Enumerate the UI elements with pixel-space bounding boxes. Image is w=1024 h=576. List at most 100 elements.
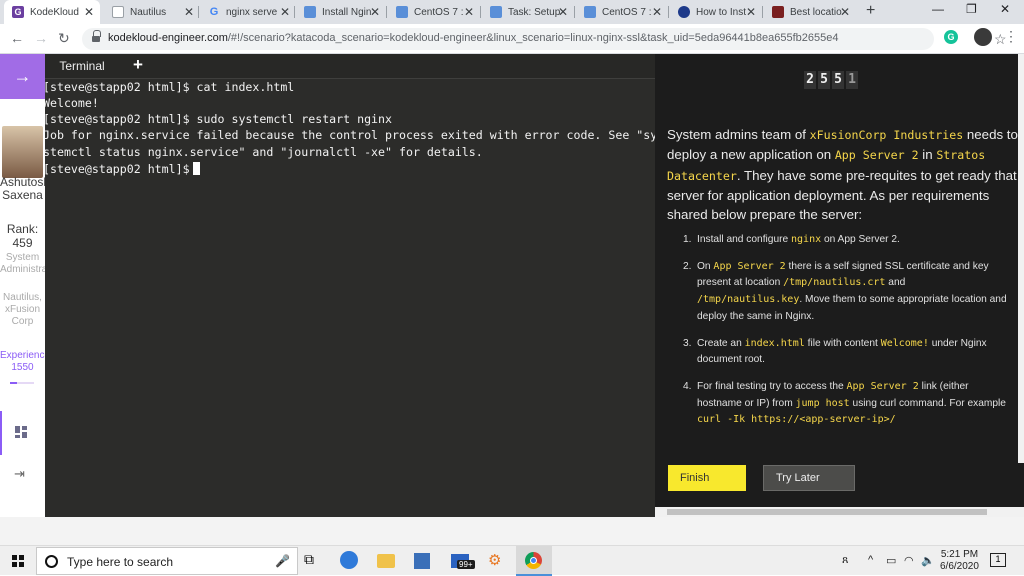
browser-tab-how-to-install[interactable]: How to Inst ✕ [670, 0, 762, 24]
browser-tab-install-nginx[interactable]: Install Ngin ✕ [296, 0, 386, 24]
browser-tab-kodekloud[interactable]: G KodeKloud ✕ [4, 0, 100, 24]
browser-tab-centos-1[interactable]: CentOS 7 : ✕ [388, 0, 480, 24]
terminal-line: [steve@stapp02 html]$ sudo systemctl res… [45, 112, 393, 126]
edge-icon[interactable] [340, 551, 358, 569]
task-steps: 1. Install and configure nginx on App Ser… [683, 232, 1013, 439]
back-button[interactable]: ← [10, 30, 24, 46]
horizontal-scrollbar[interactable] [655, 507, 1024, 517]
close-icon[interactable]: ✕ [840, 5, 850, 19]
page-icon [772, 6, 784, 18]
browser-tab-best-location[interactable]: Best locatio ✕ [764, 0, 856, 24]
terminal-line: [steve@stapp02 html]$ cat index.html [45, 80, 295, 94]
wifi-icon[interactable]: ◠ [904, 554, 914, 567]
active-indicator [0, 411, 2, 455]
taskbar-clock[interactable]: 5:21 PM 6/6/2020 [940, 549, 979, 573]
clock-time: 5:21 PM [940, 549, 979, 560]
tab-divider [480, 6, 481, 18]
page-bottom-area [0, 517, 1024, 545]
user-rank: Rank: 459 [6, 222, 39, 250]
lock-icon [92, 30, 101, 43]
terminal-prompt: [steve@stapp02 html]$ [45, 162, 190, 176]
windows-start-icon[interactable] [12, 555, 24, 567]
terminal-cursor [192, 162, 200, 175]
arrow-right-icon[interactable]: → [0, 54, 45, 99]
dashboard-icon [15, 426, 27, 438]
window-close-button[interactable]: ✕ [1000, 2, 1010, 16]
file-explorer-icon[interactable] [377, 554, 395, 568]
finish-button[interactable]: Finish [668, 465, 746, 491]
browser-tab-centos-2[interactable]: CentOS 7 : ✕ [576, 0, 668, 24]
user-org: Nautilus, xFusion Corp [3, 292, 42, 327]
timer-digit: 5 [832, 71, 844, 89]
people-icon[interactable]: ጸ [842, 554, 848, 567]
task-description: System admins team of xFusionCorp Indust… [667, 127, 1018, 223]
clock-date: 6/6/2020 [940, 561, 979, 572]
timer-digit: 1 [846, 71, 858, 89]
task-view-icon[interactable]: ⧉ [304, 551, 324, 571]
terminal-output[interactable]: [steve@stapp02 html]$ cat index.html Wel… [45, 79, 655, 517]
reload-button[interactable]: ↻ [58, 30, 70, 47]
terminal-line: Welcome! [45, 96, 99, 110]
browser-tab-nginx-search[interactable]: G nginx serve ✕ [200, 0, 296, 24]
close-icon[interactable]: ✕ [746, 5, 756, 19]
address-bar[interactable]: kodekloud-engineer.com/#!/scenario?katac… [82, 28, 1007, 50]
tab-terminal[interactable]: Terminal [45, 54, 119, 78]
kodekloud-icon: G [12, 6, 24, 18]
restore-button[interactable]: ❐ [966, 2, 977, 16]
cortana-icon [45, 555, 58, 568]
show-hidden-icons[interactable]: ^ [868, 554, 873, 566]
chrome-icon-center [530, 557, 537, 564]
windows-taskbar: Type here to search 🎤 ⧉ 99+ ⚙ ጸ ^ ▭ ◠ 🔈 … [0, 545, 1024, 576]
store-icon[interactable] [414, 553, 430, 569]
minimize-button[interactable]: — [932, 2, 944, 16]
page-icon [396, 6, 408, 18]
task-step: 1. Install and configure nginx on App Ser… [683, 234, 900, 245]
browser-menu-icon[interactable]: ⋮ [1004, 28, 1018, 45]
close-icon[interactable]: ✕ [84, 5, 94, 19]
browser-tab-nautilus[interactable]: Nautilus ✕ [104, 0, 200, 24]
scrollbar-thumb[interactable] [667, 509, 987, 515]
task-step: 3. Create an index.html file with content… [683, 337, 987, 366]
task-panel: 2 5 5 1 System admins team of xFusionCor… [655, 54, 1024, 517]
microphone-icon[interactable]: 🎤 [275, 554, 290, 568]
user-role: System Administrator [0, 252, 59, 275]
task-step: 4. For final testing try to access the Ap… [683, 380, 1006, 426]
terminal-tab-bar: Terminal + [45, 54, 655, 78]
tab-divider [668, 6, 669, 18]
battery-icon[interactable]: ▭ [886, 554, 896, 567]
mail-badge: 99+ [457, 560, 475, 569]
browser-tab-task-setup[interactable]: Task: Setup ✕ [482, 0, 574, 24]
tab-divider [198, 6, 199, 18]
new-tab-button[interactable]: + [866, 2, 875, 20]
close-icon[interactable]: ✕ [370, 5, 380, 19]
tab-divider [574, 6, 575, 18]
experience-progress-bar [10, 382, 34, 384]
grammarly-extension-icon[interactable]: G [944, 30, 958, 44]
profile-avatar[interactable] [974, 28, 992, 46]
timer-digit: 2 [804, 71, 816, 89]
volume-icon[interactable]: 🔈 [921, 554, 935, 567]
add-terminal-button[interactable]: + [133, 55, 143, 75]
terminal-panel: Terminal + [steve@stapp02 html]$ cat ind… [45, 54, 655, 517]
close-icon[interactable]: ✕ [280, 5, 290, 19]
search-placeholder: Type here to search [67, 555, 174, 569]
dashboard-nav-item[interactable] [0, 411, 45, 455]
try-later-button[interactable]: Try Later [763, 465, 855, 491]
logout-icon[interactable]: ⇥ [14, 466, 30, 481]
ftp-client-icon[interactable]: ⚙ [488, 551, 508, 571]
close-icon[interactable]: ✕ [184, 5, 194, 19]
tab-divider [386, 6, 387, 18]
notification-center-icon[interactable]: 1 [990, 553, 1006, 567]
vertical-scrollbar[interactable] [1018, 54, 1024, 463]
tab-divider [762, 6, 763, 18]
close-icon[interactable]: ✕ [652, 5, 662, 19]
chrome-taskbar-button[interactable] [516, 546, 552, 576]
close-icon[interactable]: ✕ [558, 5, 568, 19]
forward-button[interactable]: → [34, 30, 48, 46]
terminal-line: stemctl status nginx.service" and "journ… [45, 145, 483, 159]
sidebar: → Ashutosh Saxena Rank: 459 System Admin… [0, 54, 59, 517]
taskbar-search-box[interactable]: Type here to search 🎤 [36, 547, 298, 575]
kodekloud-app: → Ashutosh Saxena Rank: 459 System Admin… [0, 54, 1024, 517]
terminal-prompt-line: [steve@stapp02 html]$ [45, 162, 200, 176]
close-icon[interactable]: ✕ [464, 5, 474, 19]
